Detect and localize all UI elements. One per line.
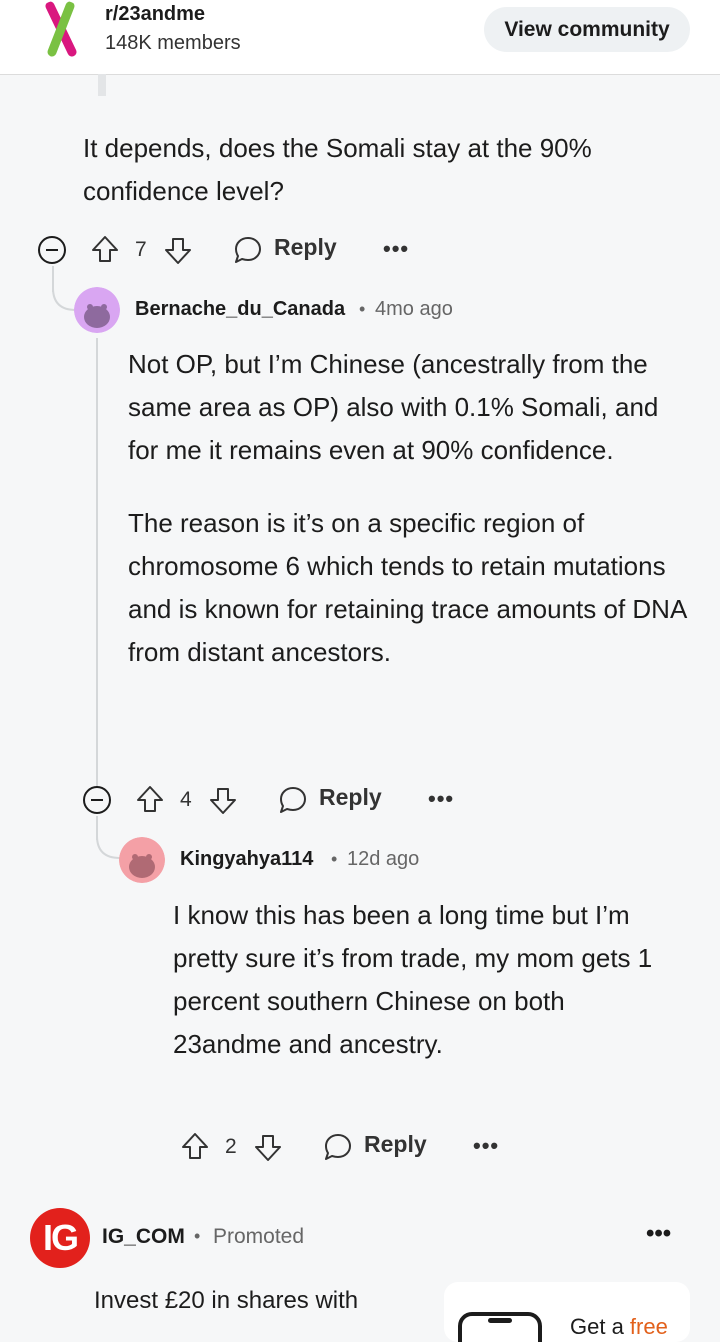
avatar[interactable] bbox=[119, 837, 165, 883]
phone-image-icon bbox=[458, 1312, 542, 1342]
comment-actions: 4 Reply ••• bbox=[83, 780, 483, 820]
downvote-icon[interactable] bbox=[253, 1133, 283, 1163]
upvote-icon[interactable] bbox=[90, 234, 120, 264]
upvote-icon[interactable] bbox=[180, 1131, 210, 1161]
reply-icon bbox=[235, 237, 261, 263]
meta-separator: • bbox=[194, 1226, 201, 1246]
meta-separator: • bbox=[359, 299, 366, 319]
thread-line bbox=[98, 74, 106, 96]
ad-headline[interactable]: Invest £20 in shares with bbox=[94, 1287, 358, 1315]
collapse-icon[interactable] bbox=[38, 236, 66, 264]
ad-preview-card[interactable]: Get a free bbox=[444, 1282, 690, 1342]
reply-label: Reply bbox=[364, 1131, 427, 1157]
comment-body: I know this has been a long time but I’m… bbox=[173, 894, 673, 1066]
downvote-icon[interactable] bbox=[208, 786, 238, 816]
advertiser-logo[interactable]: IG bbox=[30, 1208, 90, 1268]
reply-label: Reply bbox=[319, 784, 382, 810]
vote-count: 7 bbox=[135, 238, 147, 261]
advertiser-name[interactable]: IG_COM bbox=[102, 1225, 185, 1249]
ad-card-text: Get a free bbox=[570, 1314, 668, 1340]
comment-body: Not OP, but I’m Chinese (ancestrally fro… bbox=[128, 343, 688, 674]
comment-paragraph: I know this has been a long time but I’m… bbox=[173, 900, 653, 1059]
reply-button[interactable]: Reply bbox=[278, 782, 388, 818]
ad-card-prefix: Get a bbox=[570, 1314, 630, 1339]
reply-label: Reply bbox=[274, 234, 337, 260]
reply-button[interactable]: Reply bbox=[233, 232, 343, 268]
more-options-icon[interactable]: ••• bbox=[646, 1220, 671, 1248]
more-options-icon[interactable]: ••• bbox=[428, 786, 454, 812]
more-options-icon[interactable]: ••• bbox=[383, 236, 409, 262]
comment-actions: 2 Reply ••• bbox=[128, 1127, 528, 1167]
collapse-icon[interactable] bbox=[83, 786, 111, 814]
member-count: 148K members bbox=[105, 32, 241, 54]
upvote-icon[interactable] bbox=[135, 784, 165, 814]
comment-actions: 7 Reply ••• bbox=[38, 230, 438, 270]
comment-username[interactable]: Bernache_du_Canada bbox=[135, 298, 345, 321]
vote-count: 4 bbox=[180, 788, 192, 811]
comment-timestamp: 4mo ago bbox=[375, 298, 453, 320]
comment-paragraph: The reason is it’s on a specific region … bbox=[128, 508, 686, 667]
community-name[interactable]: r/23andme bbox=[105, 3, 205, 26]
avatar[interactable] bbox=[74, 287, 120, 333]
comment-timestamp: 12d ago bbox=[347, 848, 420, 870]
downvote-icon[interactable] bbox=[163, 236, 193, 266]
comment-paragraph: Not OP, but I’m Chinese (ancestrally fro… bbox=[128, 349, 659, 465]
community-header: r/23andme 148K members View community bbox=[0, 0, 720, 75]
view-community-button[interactable]: View community bbox=[484, 7, 690, 52]
more-options-icon[interactable]: ••• bbox=[473, 1133, 499, 1159]
reply-button[interactable]: Reply bbox=[323, 1129, 433, 1165]
ad-card-highlight: free bbox=[629, 1314, 668, 1339]
comment-username[interactable]: Kingyahya114 bbox=[180, 848, 313, 871]
vote-count: 2 bbox=[225, 1135, 237, 1158]
meta-separator: • bbox=[331, 849, 338, 869]
reply-icon bbox=[280, 787, 306, 813]
promoted-label: Promoted bbox=[213, 1225, 305, 1248]
comment-paragraph: It depends, does the Somali stay at the … bbox=[83, 133, 592, 206]
thread-line bbox=[96, 338, 98, 788]
comment-body: It depends, does the Somali stay at the … bbox=[83, 127, 683, 213]
community-logo[interactable] bbox=[30, 0, 90, 60]
reply-icon bbox=[325, 1134, 351, 1160]
